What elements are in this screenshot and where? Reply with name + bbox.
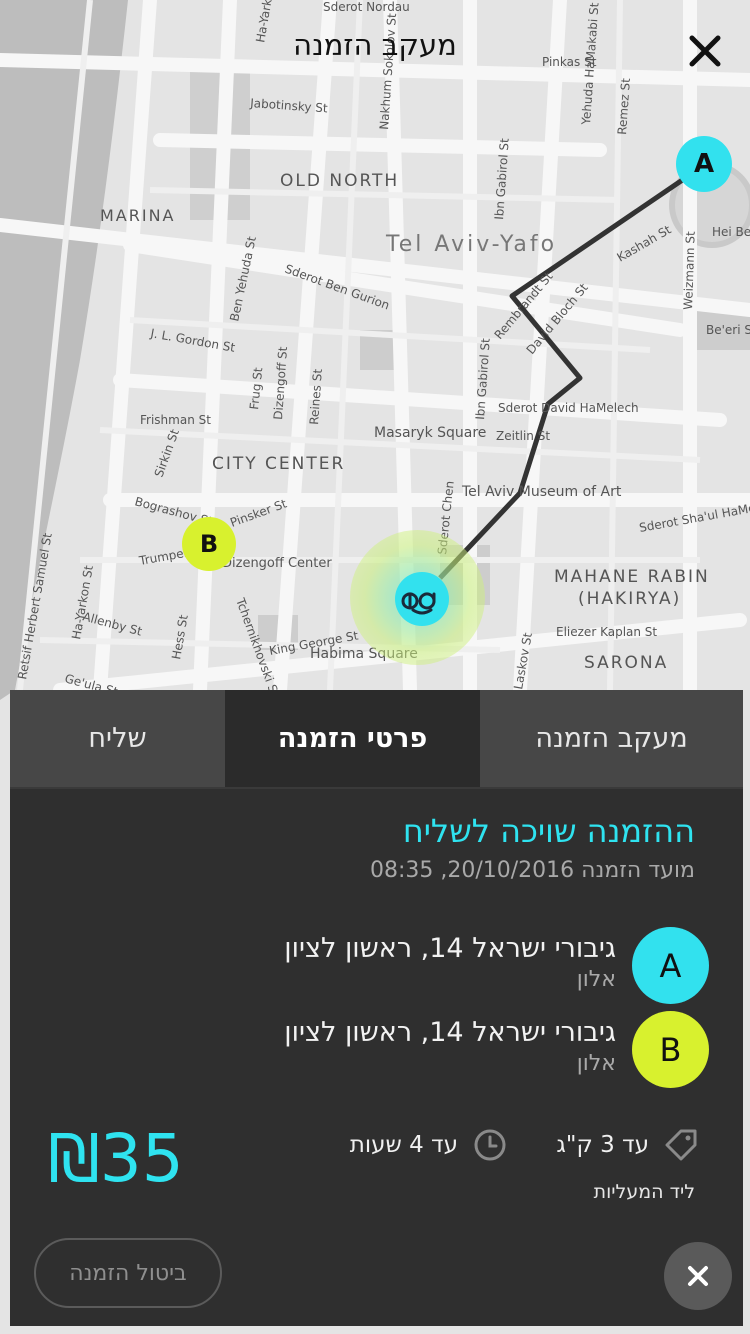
- stop-letter: A: [659, 946, 682, 985]
- pickup-marker-a[interactable]: A: [676, 136, 732, 192]
- stop-badge-b: B: [632, 1011, 709, 1088]
- poi-label: Dizengoff Center: [222, 556, 332, 571]
- stop-contact-name: אלון: [576, 1051, 616, 1076]
- street-label: Hei Be'lyar: [712, 225, 750, 239]
- stop-contact-name: אלון: [576, 967, 616, 992]
- street-label: Sderot David HaMelech: [498, 401, 639, 415]
- stop-pickup: A גיבורי ישראל 14, ראשון לציון אלון: [9, 927, 709, 1007]
- clock-icon: [474, 1129, 506, 1161]
- close-button[interactable]: [688, 34, 722, 68]
- district-label: MAHANE RABIN: [554, 567, 710, 587]
- page-title: מעקב הזמנה: [293, 28, 457, 62]
- tab-bar: שליח פרטי הזמנה מעקב הזמנה: [10, 690, 743, 787]
- weight-label: עד 3 ק"ג: [556, 1132, 649, 1158]
- tag-icon: [665, 1129, 697, 1161]
- street-label: Be'eri St: [706, 323, 750, 337]
- stop-badge-a: A: [632, 927, 709, 1004]
- cancel-order-button[interactable]: ביטול הזמנה: [34, 1238, 222, 1308]
- stop-address: גיבורי ישראל 14, ראשון לציון: [284, 933, 616, 964]
- marker-label: A: [693, 149, 715, 179]
- duration-info: עד 4 שעות: [350, 1127, 508, 1163]
- stop-address: גיבורי ישראל 14, ראשון לציון: [284, 1017, 616, 1048]
- street-label: Zeitlin St: [496, 429, 550, 443]
- order-status: ההזמנה שויכה לשליח: [402, 812, 695, 850]
- district-label: (HAKIRYA): [578, 589, 681, 609]
- delivery-note: ליד המעליות: [593, 1181, 695, 1203]
- divider: [10, 787, 743, 789]
- close-icon: [689, 35, 721, 67]
- dropoff-marker-b[interactable]: B: [182, 517, 236, 571]
- poi-label: Tel Aviv Museum of Art: [461, 484, 622, 500]
- stop-dropoff: B גיבורי ישראל 14, ראשון לציון אלון: [9, 1011, 709, 1091]
- duration-label: עד 4 שעות: [349, 1132, 458, 1158]
- weight-info: עד 3 ק"ג: [556, 1127, 699, 1163]
- district-label: CITY CENTER: [212, 454, 345, 474]
- stop-letter: B: [659, 1030, 682, 1069]
- tab-order-details[interactable]: פרטי הזמנה: [225, 690, 480, 787]
- close-panel-button[interactable]: [664, 1242, 732, 1310]
- courier-marker[interactable]: [395, 572, 449, 626]
- order-time: מועד הזמנה 20/10/2016, 08:35: [369, 858, 695, 883]
- tab-courier[interactable]: שליח: [10, 690, 225, 787]
- courier-face-icon: [401, 592, 436, 615]
- order-details-panel: שליח פרטי הזמנה מעקב הזמנה ההזמנה שויכה …: [10, 690, 743, 1326]
- marker-label: B: [199, 530, 219, 558]
- district-label: MARINA: [100, 206, 176, 225]
- poi-label: Masaryk Square: [374, 425, 486, 441]
- order-price: ₪35: [48, 1120, 184, 1197]
- city-label: Tel Aviv-Yafo: [385, 232, 557, 257]
- district-label: SARONA: [584, 653, 668, 673]
- close-icon: [688, 1266, 708, 1286]
- tab-order-tracking[interactable]: מעקב הזמנה: [480, 690, 743, 787]
- street-label: Weizmann St: [681, 231, 698, 310]
- street-label: Eliezer Kaplan St: [556, 625, 657, 639]
- district-label: OLD NORTH: [280, 171, 399, 191]
- street-label: Sderot Nordau: [323, 0, 410, 14]
- street-label: Frishman St: [140, 413, 211, 427]
